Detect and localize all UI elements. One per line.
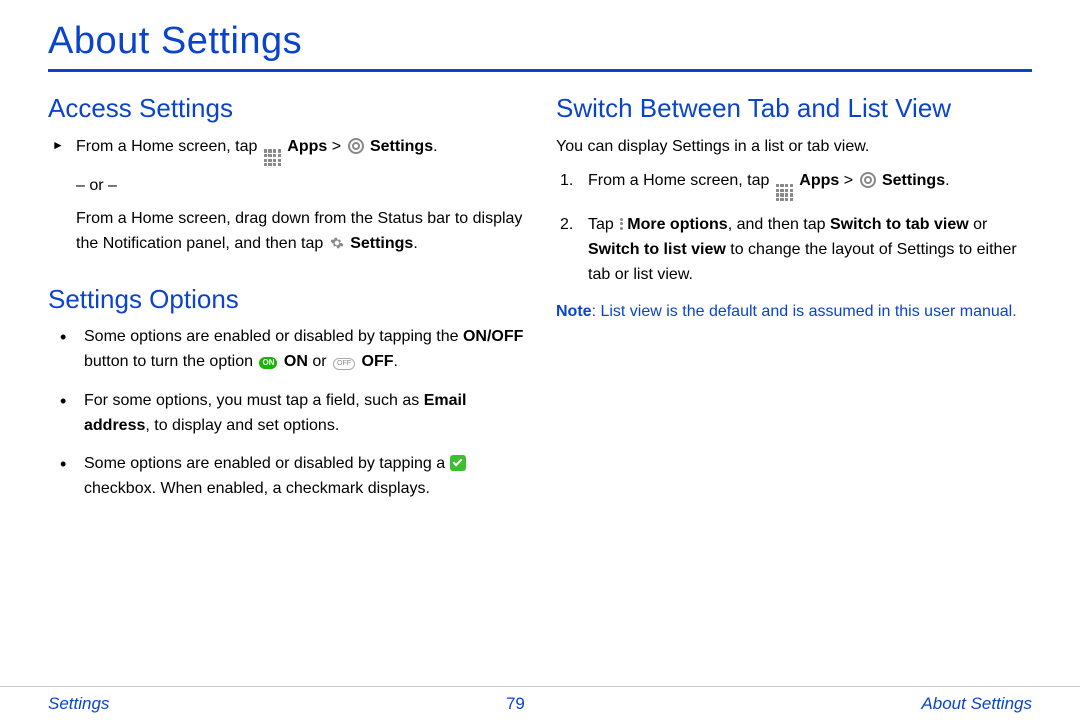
access-instruction-2: From a Home screen, drag down from the S… [48, 207, 524, 257]
settings-label: Settings [370, 138, 433, 155]
page-title: About Settings [48, 20, 1032, 63]
settings-options-heading: Settings Options [48, 283, 524, 316]
more-options-label: More options [627, 216, 727, 233]
text: or [308, 353, 331, 370]
title-rule [48, 69, 1032, 72]
text: checkbox. When enabled, a checkmark disp… [84, 480, 430, 497]
text: For some options, you must tap a field, … [84, 392, 424, 409]
apps-grid-icon [776, 184, 793, 201]
text: Some options are enabled or disabled by … [84, 328, 463, 345]
footer-left: Settings [48, 694, 109, 714]
or-separator: – or – [48, 174, 524, 199]
text: . [945, 172, 949, 189]
text: > [839, 172, 857, 189]
list-item: Some options are enabled or disabled by … [76, 325, 524, 375]
page-footer: Settings 79 About Settings [0, 686, 1080, 720]
text: , to display and set options. [145, 417, 339, 434]
access-instruction-1: From a Home screen, tap Apps > Settings. [48, 135, 524, 167]
settings-label: Settings [882, 172, 945, 189]
settings-label: Settings [350, 235, 413, 252]
text: . [433, 138, 437, 155]
footer-right: About Settings [921, 694, 1032, 714]
note-text: : List view is the default and is assume… [592, 303, 1017, 320]
right-column: Switch Between Tab and List View You can… [556, 84, 1032, 516]
text: From a Home screen, tap [588, 172, 774, 189]
text: . [394, 353, 398, 370]
page-content: About Settings Access Settings From a Ho… [0, 0, 1080, 678]
footer-page-number: 79 [506, 694, 525, 714]
switch-intro: You can display Settings in a list or ta… [556, 135, 1032, 160]
text: Tap [588, 216, 618, 233]
list-item: From a Home screen, tap Apps > Settings. [584, 169, 1032, 201]
two-column-layout: Access Settings From a Home screen, tap … [48, 84, 1032, 516]
left-column: Access Settings From a Home screen, tap … [48, 84, 524, 516]
apps-label: Apps [799, 172, 839, 189]
apps-label: Apps [287, 138, 327, 155]
settings-circle-icon [348, 138, 364, 154]
gear-icon [330, 236, 344, 250]
access-settings-heading: Access Settings [48, 92, 524, 125]
note: Note: List view is the default and is as… [556, 300, 1032, 325]
text: Some options are enabled or disabled by … [84, 455, 450, 472]
off-label: OFF [362, 353, 394, 370]
text: > [327, 138, 345, 155]
list-item: Tap More options, and then tap Switch to… [584, 213, 1032, 287]
switch-view-heading: Switch Between Tab and List View [556, 92, 1032, 125]
text: , and then tap [728, 216, 830, 233]
more-options-icon [620, 216, 624, 231]
text: . [413, 235, 417, 252]
text: button to turn the option [84, 353, 257, 370]
switch-steps: From a Home screen, tap Apps > Settings.… [556, 169, 1032, 287]
onoff-label: ON/OFF [463, 328, 523, 345]
switch-list-label: Switch to list view [588, 241, 726, 258]
list-item: Some options are enabled or disabled by … [76, 452, 524, 502]
checkbox-icon [450, 455, 466, 471]
settings-circle-icon [860, 172, 876, 188]
apps-grid-icon [264, 149, 281, 166]
on-toggle-icon: ON [259, 357, 277, 369]
switch-tab-label: Switch to tab view [830, 216, 969, 233]
list-item: For some options, you must tap a field, … [76, 389, 524, 439]
text: or [969, 216, 988, 233]
off-toggle-icon: OFF [333, 358, 355, 370]
on-label: ON [284, 353, 308, 370]
settings-options-list: Some options are enabled or disabled by … [48, 325, 524, 502]
note-label: Note [556, 303, 592, 320]
text: From a Home screen, tap [76, 138, 262, 155]
text: From a Home screen, drag down from the S… [76, 210, 522, 252]
